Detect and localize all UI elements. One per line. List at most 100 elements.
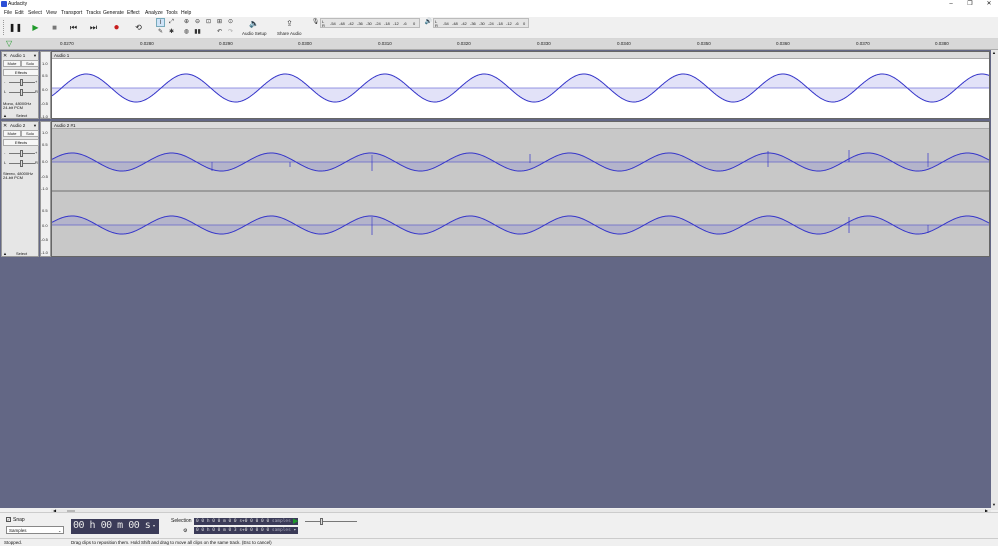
- undo-icon[interactable]: ↶: [215, 28, 224, 37]
- status-message: Drag clips to reposition them. Hold Shif…: [71, 540, 272, 545]
- menu-help[interactable]: Help: [181, 10, 191, 16]
- collapse-track-icon[interactable]: ▲: [3, 251, 7, 256]
- select-track-button[interactable]: Select: [16, 251, 27, 256]
- time-menu-icon[interactable]: ▾: [153, 523, 155, 528]
- skip-end-button[interactable]: ⏭: [86, 20, 101, 35]
- waveform-audio-1[interactable]: [52, 59, 989, 118]
- menu-generate[interactable]: Generate: [103, 10, 124, 16]
- snap-unit-value: Samples: [9, 528, 27, 533]
- clip-title-bar[interactable]: Audio 1: [52, 52, 989, 59]
- clip-audio-1[interactable]: Audio 1: [51, 51, 990, 119]
- collapse-track-icon[interactable]: ▲: [3, 113, 7, 118]
- select-track-button[interactable]: Select: [16, 113, 27, 118]
- share-audio-label[interactable]: Share Audio: [277, 31, 302, 36]
- menu-select[interactable]: Select: [28, 10, 42, 16]
- record-meter-tick: -42: [348, 21, 354, 26]
- snap-checkbox[interactable]: ✓: [6, 517, 11, 522]
- fit-selection-icon[interactable]: ⊡: [204, 18, 213, 27]
- audio-setup-icon[interactable]: 🔈: [249, 19, 259, 28]
- time-display[interactable]: 00 h 00 m 00 s ▾: [71, 519, 159, 534]
- solo-button[interactable]: Solo: [21, 130, 39, 137]
- selection-start[interactable]: 0 0 h 0 0 m 0 0 s+0 0 0 0 0 samples ▾: [194, 518, 299, 525]
- record-meter-icon[interactable]: 🎙: [311, 18, 320, 27]
- gain-slider-thumb[interactable]: [20, 150, 23, 157]
- scroll-down-icon[interactable]: ▼: [992, 502, 996, 507]
- close-button[interactable]: ✕: [982, 0, 996, 9]
- menu-transport[interactable]: Transport: [61, 10, 82, 16]
- playhead-marker-icon[interactable]: ▽: [6, 40, 12, 48]
- waveform-audio-2[interactable]: [52, 129, 989, 256]
- minimize-button[interactable]: –: [944, 0, 958, 9]
- solo-button[interactable]: Solo: [21, 60, 39, 67]
- ruler-tick: 0.0280: [140, 41, 154, 46]
- effects-button[interactable]: Effects: [3, 139, 39, 146]
- mute-button[interactable]: Mute: [3, 60, 21, 67]
- play-button[interactable]: ▶: [28, 20, 43, 35]
- playback-meter-tick: -12: [506, 21, 512, 26]
- vertical-scale[interactable]: 1.0 0.5 0.0 -0.5 -1.0 0.5 0.0 -0.5 -1.0: [40, 121, 51, 257]
- envelope-tool-icon[interactable]: ⤢: [167, 18, 176, 27]
- selection-mode-icon[interactable]: ⚙: [183, 528, 187, 534]
- multi-tool-icon[interactable]: ✱: [167, 28, 176, 37]
- record-meter[interactable]: L R -54 -48 -42 -36 -30 -24 -18 -12 -6 0: [320, 18, 420, 28]
- scale-label: 1.0: [42, 61, 48, 66]
- close-track-icon[interactable]: ✕: [3, 123, 7, 129]
- playback-meter[interactable]: L R -54 -48 -42 -36 -30 -24 -18 -12 -6 0: [433, 18, 529, 28]
- close-track-icon[interactable]: ✕: [3, 53, 7, 59]
- clip-audio-2[interactable]: Audio 2 #1: [51, 121, 990, 257]
- redo-icon[interactable]: ↷: [226, 28, 235, 37]
- selection-tool-icon[interactable]: I: [156, 18, 165, 27]
- toolbar-grip[interactable]: [3, 20, 5, 35]
- play-speed-thumb[interactable]: [320, 518, 323, 525]
- effects-button[interactable]: Effects: [3, 69, 39, 76]
- stop-button[interactable]: ■: [47, 20, 62, 35]
- track-name[interactable]: Audio 1: [10, 53, 25, 58]
- menu-effect[interactable]: Effect: [127, 10, 140, 16]
- ruler-tick: 0.0320: [457, 41, 471, 46]
- play-at-speed-icon[interactable]: ▶: [293, 517, 298, 525]
- track-menu-icon[interactable]: ▼: [33, 53, 37, 58]
- pause-button[interactable]: ❚❚: [8, 20, 23, 35]
- record-meter-tick: -12: [393, 21, 399, 26]
- playback-meter-r: R: [435, 23, 438, 28]
- menu-tools[interactable]: Tools: [166, 10, 178, 16]
- menu-edit[interactable]: Edit: [15, 10, 24, 16]
- zoom-toggle-icon[interactable]: ⊙: [226, 18, 235, 27]
- mute-button[interactable]: Mute: [3, 130, 21, 137]
- playback-meter-tick: -36: [470, 21, 476, 26]
- zoom-out-icon[interactable]: ⊖: [193, 18, 202, 27]
- pan-slider-thumb[interactable]: [20, 160, 23, 167]
- selection-end[interactable]: 0 0 h 0 0 m 0 3 s+0 0 0 0 0 samples ▾: [194, 527, 299, 534]
- clip-title-bar[interactable]: Audio 2 #1: [52, 122, 989, 129]
- menu-tracks[interactable]: Tracks: [86, 10, 101, 16]
- loop-button[interactable]: ⟲: [131, 20, 146, 35]
- skip-start-button[interactable]: ⏮: [66, 20, 81, 35]
- audio-setup-label[interactable]: Audio Setup: [242, 31, 267, 36]
- scroll-up-icon[interactable]: ▲: [992, 50, 996, 55]
- silence-audio-icon[interactable]: ▮▮: [193, 28, 202, 37]
- menu-view[interactable]: View: [46, 10, 57, 16]
- pan-slider-thumb[interactable]: [20, 89, 23, 96]
- status-state: Stopped.: [4, 540, 23, 545]
- vertical-scrollbar[interactable]: ▲ ▼: [991, 50, 998, 510]
- vertical-scale[interactable]: 1.0 0.5 0.0 -0.5 -1.0: [40, 51, 51, 119]
- track-menu-icon[interactable]: ▼: [33, 123, 37, 128]
- snap-unit-select[interactable]: Samples ⌄: [6, 526, 64, 534]
- playback-meter-icon[interactable]: 🔊: [424, 18, 433, 27]
- record-button[interactable]: ●: [109, 20, 124, 35]
- maximize-button[interactable]: ❐: [963, 0, 977, 9]
- trim-audio-icon[interactable]: ◍: [182, 28, 191, 37]
- window-title: Audacity: [8, 1, 28, 7]
- timeline-ruler[interactable]: ▽ 0.0270 0.0280 0.0290 0.0300 0.0310 0.0…: [0, 39, 998, 50]
- zoom-in-icon[interactable]: ⊕: [182, 18, 191, 27]
- menu-file[interactable]: File: [4, 10, 12, 16]
- gain-slider-thumb[interactable]: [20, 79, 23, 86]
- share-audio-icon[interactable]: ⇪: [285, 19, 294, 28]
- draw-tool-icon[interactable]: ✎: [156, 28, 165, 37]
- menu-analyze[interactable]: Analyze: [145, 10, 163, 16]
- track-name[interactable]: Audio 2: [10, 123, 25, 128]
- fit-project-icon[interactable]: ⊞: [215, 18, 224, 27]
- ruler-tick: 0.0340: [617, 41, 631, 46]
- play-speed-slider[interactable]: [305, 521, 357, 522]
- gain-plus: +: [35, 79, 38, 84]
